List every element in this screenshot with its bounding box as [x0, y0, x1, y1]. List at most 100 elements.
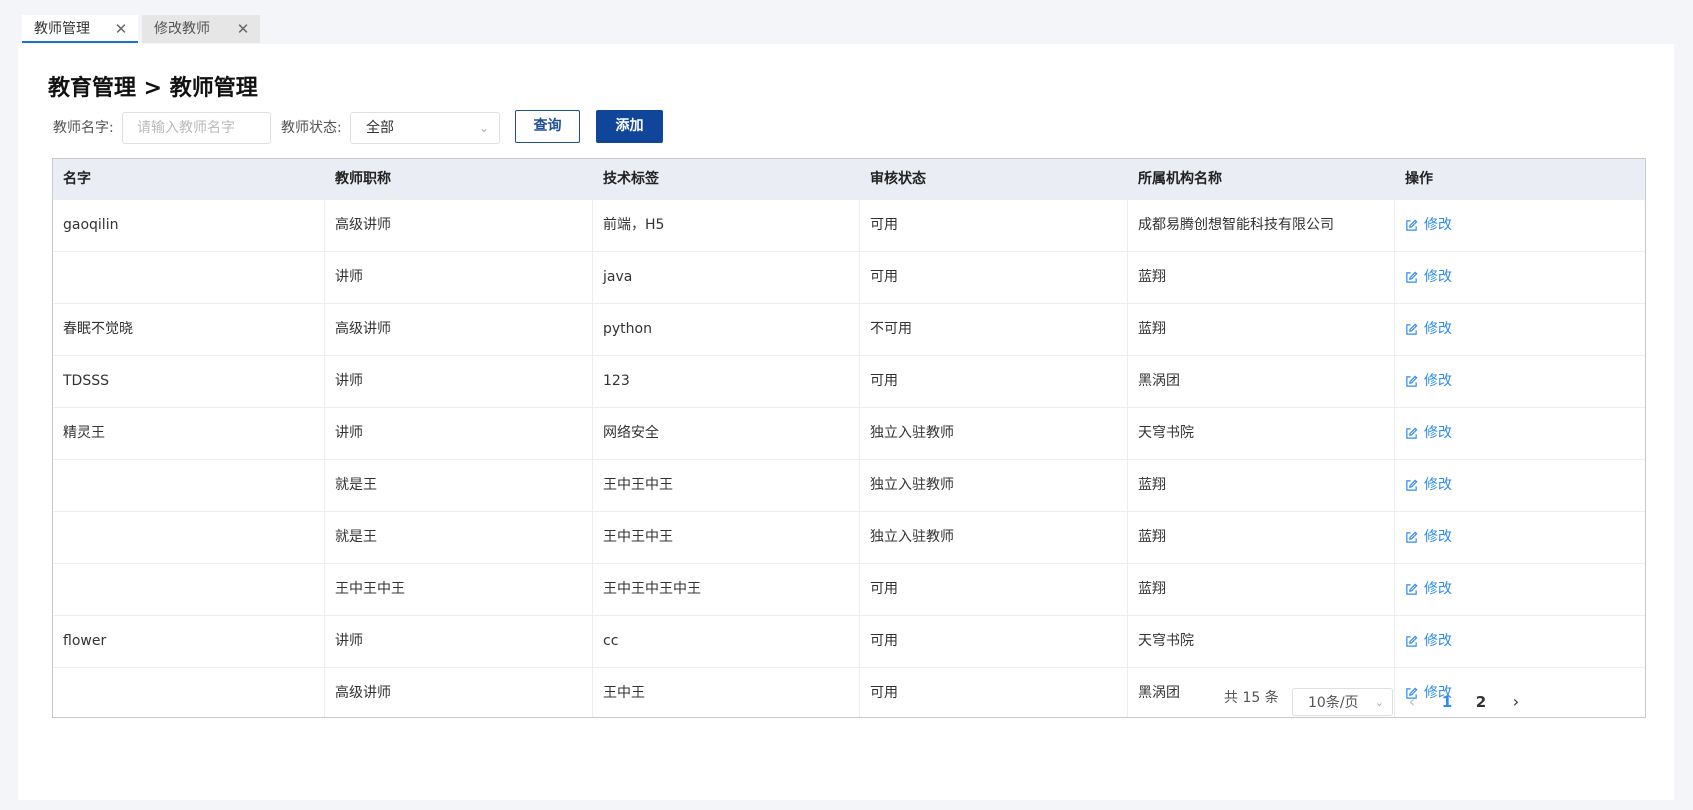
- tab-label: 教师管理: [34, 21, 90, 37]
- close-icon[interactable]: ✕: [236, 15, 250, 43]
- cell-name: gaoqilin: [53, 200, 325, 251]
- column-header-title: 教师职称: [335, 171, 391, 187]
- cell-tags: 王中王中王: [593, 460, 860, 511]
- page-size-select[interactable]: 10条/页 ⌄: [1292, 688, 1393, 716]
- cell-title: 就是王: [325, 512, 593, 563]
- edit-link[interactable]: 修改: [1405, 460, 1452, 511]
- table-row: flower 讲师 cc 可用 天穹书院 修改: [53, 615, 1645, 667]
- cell-tags: 123: [593, 356, 860, 407]
- cell-name: [53, 460, 325, 511]
- cell-name: [53, 668, 325, 717]
- cell-status: 不可用: [860, 304, 1128, 355]
- edit-link[interactable]: 修改: [1405, 408, 1452, 459]
- cell-title: 高级讲师: [325, 200, 593, 251]
- main-panel: 教育管理 > 教师管理 教师名字: 教师状态: 全部 ⌄ 查询 添加 名字 教师…: [18, 44, 1674, 800]
- edit-icon: [1406, 219, 1418, 231]
- column-header-name: 名字: [63, 171, 91, 187]
- cell-action: 修改: [1395, 356, 1645, 407]
- page-title: 教育管理 > 教师管理: [48, 76, 258, 101]
- column-header-org: 所属机构名称: [1138, 171, 1222, 187]
- cell-name: [53, 512, 325, 563]
- column-header-tags: 技术标签: [603, 171, 659, 187]
- cell-name: [53, 564, 325, 615]
- cell-action: 修改: [1395, 252, 1645, 303]
- edit-link[interactable]: 修改: [1405, 252, 1452, 303]
- edit-label: 修改: [1424, 633, 1452, 649]
- cell-org: 黑涡团: [1128, 356, 1395, 407]
- cell-org: 天穹书院: [1128, 616, 1395, 667]
- cell-action: 修改: [1395, 616, 1645, 667]
- edit-link[interactable]: 修改: [1405, 616, 1452, 667]
- edit-link[interactable]: 修改: [1405, 304, 1452, 355]
- edit-label: 修改: [1424, 321, 1452, 337]
- column-header-status: 审核状态: [870, 171, 926, 187]
- select-value: 全部: [366, 120, 394, 136]
- edit-label: 修改: [1424, 529, 1452, 545]
- page-number-1[interactable]: 1: [1437, 688, 1457, 716]
- cell-tags: 前端，H5: [593, 200, 860, 251]
- page-size-value: 10条/页: [1308, 695, 1359, 711]
- tab-label: 修改教师: [154, 21, 210, 37]
- edit-icon: [1406, 323, 1418, 335]
- chevron-right-icon[interactable]: ›: [1506, 688, 1526, 716]
- edit-icon: [1406, 427, 1418, 439]
- tab-bar: 教师管理 ✕ 修改教师 ✕: [22, 15, 1674, 45]
- cell-title: 讲师: [325, 356, 593, 407]
- add-button[interactable]: 添加: [596, 110, 663, 143]
- teacher-name-input[interactable]: [122, 112, 271, 144]
- cell-tags: java: [593, 252, 860, 303]
- cell-tags: 王中王中王中王: [593, 564, 860, 615]
- column-header-action: 操作: [1405, 171, 1433, 187]
- cell-name: TDSSS: [53, 356, 325, 407]
- edit-icon: [1406, 531, 1418, 543]
- query-button[interactable]: 查询: [515, 110, 580, 143]
- total-count: 共 15 条: [1224, 690, 1279, 706]
- edit-link[interactable]: 修改: [1405, 200, 1452, 251]
- cell-status: 可用: [860, 668, 1128, 717]
- edit-label: 修改: [1424, 373, 1452, 389]
- cell-org: 蓝翔: [1128, 460, 1395, 511]
- tab-edit-teacher[interactable]: 修改教师 ✕: [142, 15, 260, 43]
- edit-icon: [1406, 375, 1418, 387]
- teacher-name-label: 教师名字:: [53, 120, 114, 136]
- edit-icon: [1406, 583, 1418, 595]
- cell-action: 修改: [1395, 512, 1645, 563]
- edit-icon: [1406, 271, 1418, 283]
- teacher-status-select[interactable]: 全部 ⌄: [350, 112, 500, 144]
- tab-teacher-management[interactable]: 教师管理 ✕: [22, 15, 138, 43]
- cell-action: 修改: [1395, 408, 1645, 459]
- table-body: gaoqilin 高级讲师 前端，H5 可用 成都易腾创想智能科技有限公司 修改 讲师 jav…: [53, 199, 1645, 717]
- table-row: 王中王中王 王中王中王中王 可用 蓝翔 修改: [53, 563, 1645, 615]
- cell-action: 修改: [1395, 304, 1645, 355]
- cell-title: 就是王: [325, 460, 593, 511]
- cell-name: 春眠不觉晓: [53, 304, 325, 355]
- table-row: 精灵王 讲师 网络安全 独立入驻教师 天穹书院 修改: [53, 407, 1645, 459]
- page-number-2[interactable]: 2: [1471, 688, 1491, 716]
- cell-title: 高级讲师: [325, 304, 593, 355]
- close-icon[interactable]: ✕: [114, 15, 128, 43]
- cell-status: 可用: [860, 564, 1128, 615]
- cell-org: 成都易腾创想智能科技有限公司: [1128, 200, 1395, 251]
- chevron-left-icon[interactable]: ‹: [1402, 688, 1422, 716]
- edit-label: 修改: [1424, 581, 1452, 597]
- cell-status: 可用: [860, 252, 1128, 303]
- cell-status: 可用: [860, 616, 1128, 667]
- cell-title: 王中王中王: [325, 564, 593, 615]
- cell-tags: 网络安全: [593, 408, 860, 459]
- edit-label: 修改: [1424, 269, 1452, 285]
- cell-title: 讲师: [325, 252, 593, 303]
- chevron-down-icon: ⌄: [1374, 696, 1384, 709]
- cell-tags: 王中王中王: [593, 512, 860, 563]
- edit-label: 修改: [1424, 217, 1452, 233]
- cell-status: 独立入驻教师: [860, 408, 1128, 459]
- table-header: 名字 教师职称 技术标签 审核状态 所属机构名称 操作: [53, 159, 1645, 199]
- table-row: gaoqilin 高级讲师 前端，H5 可用 成都易腾创想智能科技有限公司 修改: [53, 199, 1645, 251]
- edit-link[interactable]: 修改: [1405, 512, 1452, 563]
- table-row: 春眠不觉晓 高级讲师 python 不可用 蓝翔 修改: [53, 303, 1645, 355]
- edit-link[interactable]: 修改: [1405, 356, 1452, 407]
- cell-title: 讲师: [325, 616, 593, 667]
- edit-link[interactable]: 修改: [1405, 564, 1452, 615]
- cell-action: 修改: [1395, 460, 1645, 511]
- edit-icon: [1406, 635, 1418, 647]
- cell-action: 修改: [1395, 564, 1645, 615]
